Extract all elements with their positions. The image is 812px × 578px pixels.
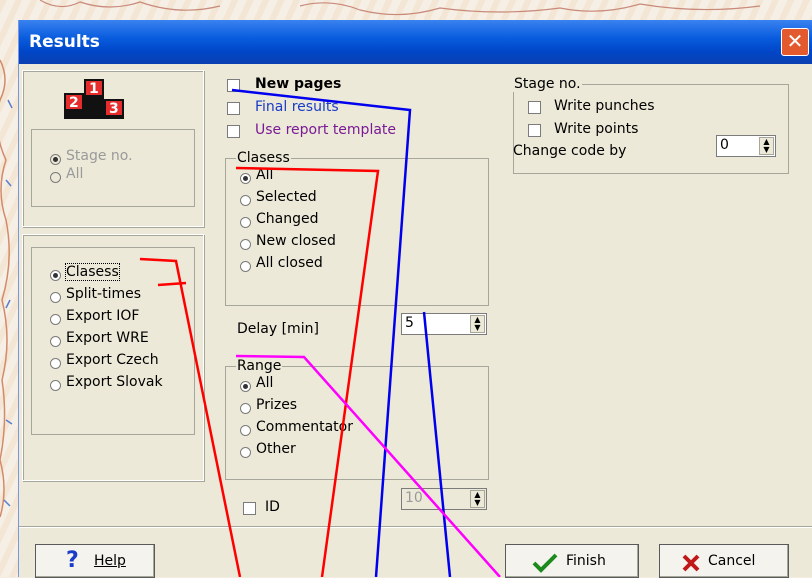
checkmark-icon <box>532 553 558 573</box>
stage-no-label: Stage no. <box>66 148 133 164</box>
stage-all-label: All <box>66 166 84 182</box>
write-punches-label: Write punches <box>554 98 655 114</box>
dialog-client-area: 1 2 3 Stage no. All Clasess Split-times … <box>19 64 812 578</box>
export-iof-radio[interactable] <box>50 314 61 325</box>
bottom-separator <box>19 526 812 527</box>
range-all-label: All <box>256 375 274 391</box>
export-wre-label: Export WRE <box>66 330 149 346</box>
classes-all-radio[interactable] <box>240 173 251 184</box>
change-code-value: 0 <box>720 137 729 153</box>
use-report-template-label: Use report template <box>255 122 397 138</box>
range-other-label: Other <box>256 441 296 457</box>
clasess-radio[interactable] <box>50 270 61 281</box>
range-group-title: Range <box>236 358 283 374</box>
spin-down-icon: ▼ <box>474 498 481 507</box>
classes-new-closed-radio[interactable] <box>240 239 251 250</box>
help-button-label: Help <box>94 553 126 569</box>
stage-options-title: Stage no. <box>513 76 582 92</box>
change-code-label: Change code by <box>513 143 627 159</box>
id-checkbox[interactable] <box>243 502 256 515</box>
stage-all-radio[interactable] <box>50 172 61 183</box>
spin-down-icon: ▼ <box>474 323 481 332</box>
help-question-icon: ? <box>66 548 79 573</box>
change-code-spinner[interactable]: 0 ▲ ▼ <box>716 135 776 157</box>
id-spinner[interactable]: 10 ▲ ▼ <box>401 488 487 510</box>
logo-digit-3: 3 <box>109 101 119 117</box>
range-commentator-label: Commentator <box>256 419 353 435</box>
final-results-label: Final results <box>255 99 339 115</box>
use-report-template-checkbox[interactable] <box>227 125 240 138</box>
export-wre-radio[interactable] <box>50 336 61 347</box>
delay-spinner[interactable]: 5 ▲ ▼ <box>401 313 487 335</box>
output-type-box: Clasess Split-times Export IOF Export WR… <box>31 247 195 435</box>
finish-button-label: Finish <box>566 553 606 569</box>
cancel-button[interactable]: Cancel <box>659 544 789 578</box>
new-pages-label: New pages <box>255 76 342 92</box>
window-title: Results <box>29 32 100 52</box>
delay-spin-buttons[interactable]: ▲ ▼ <box>470 315 485 333</box>
new-pages-checkbox[interactable] <box>227 79 240 92</box>
spin-down-icon: ▼ <box>763 145 770 154</box>
split-times-label: Split-times <box>66 286 142 302</box>
id-spin-buttons[interactable]: ▲ ▼ <box>470 490 485 508</box>
split-times-radio[interactable] <box>50 292 61 303</box>
classes-changed-label: Changed <box>256 211 319 227</box>
delay-label: Delay [min] <box>237 321 319 337</box>
classes-new-closed-label: New closed <box>256 233 336 249</box>
range-prizes-label: Prizes <box>256 397 298 413</box>
id-value: 10 <box>405 490 423 506</box>
classes-all-label: All <box>256 167 274 183</box>
classes-selected-radio[interactable] <box>240 195 251 206</box>
classes-all-closed-label: All closed <box>256 255 323 271</box>
delay-value: 5 <box>405 315 414 331</box>
id-label: ID <box>265 499 280 515</box>
range-all-radio[interactable] <box>240 381 251 392</box>
title-bar: Results ✕ <box>19 20 812 64</box>
export-slovak-radio[interactable] <box>50 380 61 391</box>
range-prizes-radio[interactable] <box>240 403 251 414</box>
final-results-checkbox[interactable] <box>227 102 240 115</box>
results-dialog: Results ✕ 1 2 3 Stage no. All Clasess Sp… <box>18 20 812 578</box>
logo-digit-2: 2 <box>69 95 79 111</box>
range-group: Range All Prizes Commentator Other <box>225 358 489 480</box>
logo-digit-1: 1 <box>89 81 99 97</box>
export-czech-label: Export Czech <box>66 352 159 368</box>
change-code-spin-buttons[interactable]: ▲ ▼ <box>759 137 774 155</box>
export-czech-radio[interactable] <box>50 358 61 369</box>
classes-changed-radio[interactable] <box>240 217 251 228</box>
help-button[interactable]: ? Help <box>35 544 155 578</box>
write-punches-checkbox[interactable] <box>528 101 541 114</box>
cancel-button-label: Cancel <box>708 553 756 569</box>
clasess-label: Clasess <box>65 263 120 281</box>
stage-no-radio[interactable] <box>50 154 61 165</box>
export-slovak-label: Export Slovak <box>66 374 163 390</box>
range-commentator-radio[interactable] <box>240 425 251 436</box>
podium-logo-icon: 1 2 3 <box>64 79 124 119</box>
close-button[interactable]: ✕ <box>781 28 809 56</box>
write-points-checkbox[interactable] <box>528 124 541 137</box>
classes-group-title: Clasess <box>236 150 291 166</box>
classes-group: Clasess All Selected Changed New closed … <box>225 150 489 306</box>
write-points-label: Write points <box>554 121 639 137</box>
export-iof-label: Export IOF <box>66 308 140 324</box>
classes-all-closed-radio[interactable] <box>240 261 251 272</box>
cancel-x-icon <box>682 554 700 572</box>
classes-selected-label: Selected <box>256 189 317 205</box>
finish-button[interactable]: Finish <box>505 544 639 578</box>
output-type-panel: Clasess Split-times Export IOF Export WR… <box>22 234 204 481</box>
stage-scope-box: Stage no. All <box>31 129 195 207</box>
stage-options-group: Stage no. Write punches Write points Cha… <box>513 76 789 174</box>
range-other-radio[interactable] <box>240 447 251 458</box>
close-icon: ✕ <box>786 29 804 53</box>
stage-panel: 1 2 3 Stage no. All <box>22 70 204 227</box>
